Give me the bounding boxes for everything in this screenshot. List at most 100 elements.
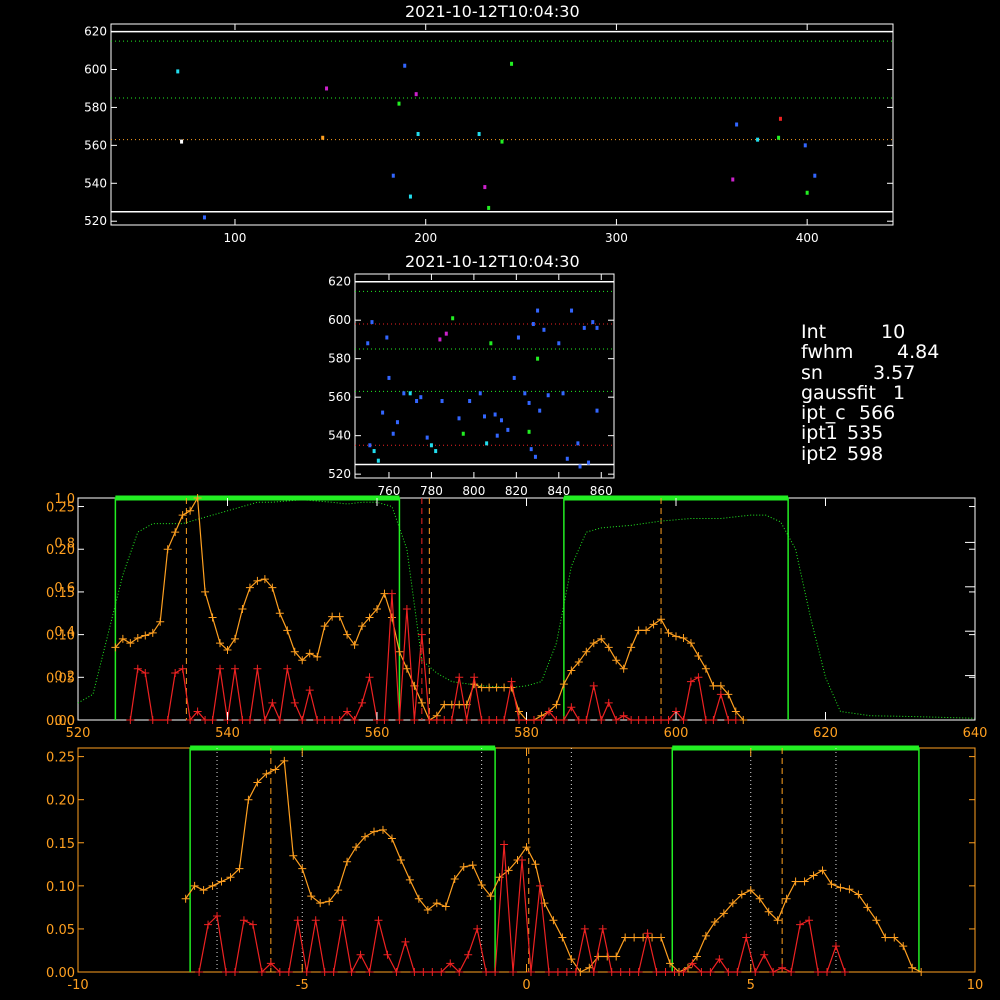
offset-plot-red-series-point xyxy=(230,968,239,976)
mid-plot-xtick-label: 800 xyxy=(462,484,485,498)
offset-plot-red-series-point xyxy=(419,968,428,976)
top-plot-point xyxy=(416,131,420,136)
offset-plot-red-series-point xyxy=(347,968,356,976)
spectrum-plot-orange-series-point xyxy=(679,634,688,643)
spectrum-plot-orange-series-point xyxy=(686,639,695,648)
mid-plot-point xyxy=(565,456,569,461)
mid-plot-point xyxy=(385,335,389,340)
spectrum-plot-red-series-point xyxy=(492,716,501,724)
mid-plot-xtick-label: 820 xyxy=(505,484,528,498)
offset-plot-orange-series-point xyxy=(881,933,890,942)
mid-plot-point xyxy=(533,454,537,459)
mid-plot-point xyxy=(438,337,442,342)
spectrum-plot-orange-series-point xyxy=(709,681,718,690)
spectrum-plot-orange-series-point xyxy=(141,631,150,640)
mid-plot-xtick-label: 780 xyxy=(420,484,443,498)
offset-plot-ytick-label: 0.05 xyxy=(46,923,75,938)
offset-plot-red-series-point xyxy=(544,968,553,976)
top-plot-point xyxy=(735,122,739,127)
top-plot-point xyxy=(731,177,735,182)
offset-plot-red-series-point xyxy=(769,968,778,976)
offset-plot-orange-series-point xyxy=(791,877,800,886)
top-plot-point xyxy=(180,139,184,144)
offset-plot-red-series-point xyxy=(724,968,733,976)
spectrum-plot-orange-series-point xyxy=(163,545,172,554)
mid-plot-point xyxy=(368,443,372,448)
offset-plot-red-series-point xyxy=(751,968,760,976)
offset-plot-red-series-point xyxy=(284,968,293,976)
mid-plot-point xyxy=(395,420,399,425)
offset-plot-xtick-label: 0 xyxy=(522,978,530,993)
offset-plot-red-series-point xyxy=(222,968,231,976)
spectrum-plot-orange-series-point xyxy=(492,683,501,692)
mid-plot-point xyxy=(499,418,503,423)
mid-plot-point xyxy=(478,391,482,396)
spectrum-plot-orange-series-point xyxy=(238,605,247,613)
offset-plot-orange-series-point xyxy=(396,856,405,864)
spectrum-plot-red-series-point xyxy=(470,673,479,682)
offset-plot-orange-series-point xyxy=(558,933,567,942)
offset-plot-red-series-point xyxy=(840,968,849,976)
spectrum-plot-red-series-point xyxy=(627,716,636,724)
top-plot-point xyxy=(510,61,514,66)
spectrum-plot-yright-tick-label: 1.0 xyxy=(54,492,75,507)
spectrum-plot-orange-series-point xyxy=(230,634,239,643)
offset-plot-window-outline xyxy=(189,747,496,972)
offset-plot-red-series-point xyxy=(607,968,616,976)
offset-plot-orange-series-line xyxy=(185,759,922,973)
spectrum-plot-red-series-point xyxy=(387,589,396,598)
spectrum-plot-red-series-point xyxy=(694,673,703,682)
mid-plot-point xyxy=(415,399,419,404)
spectrum-plot-orange-series-point xyxy=(156,617,165,626)
offset-plot-orange-series-point xyxy=(630,933,639,942)
spectrum-plot-red-series-point xyxy=(365,673,374,682)
offset-plot-orange-series-point xyxy=(818,866,827,875)
offset-plot-red-series-point xyxy=(643,929,652,938)
mid-plot-point xyxy=(391,431,395,436)
top-plot-point xyxy=(403,63,407,68)
offset-plot-red-series-point xyxy=(625,968,634,976)
spectrum-plot-xtick-label: 520 xyxy=(66,726,91,741)
spectrum-plot-window-outline xyxy=(114,497,401,720)
mid-plot-point xyxy=(523,391,527,396)
offset-plot-red-series-point xyxy=(589,968,598,976)
mid-plot-point xyxy=(485,441,489,446)
mid-plot-point xyxy=(570,308,574,313)
spectrum-plot-xtick-label: 620 xyxy=(813,726,838,741)
spectrum-plot-orange-series-point xyxy=(694,651,703,660)
mid-plot-point xyxy=(595,325,599,330)
offset-plot-red-series-point xyxy=(822,968,831,976)
spectrum-plot-yright-tick-label: 0.2 xyxy=(54,670,75,685)
top-plot-point xyxy=(176,69,180,74)
mid-plot-point xyxy=(451,316,455,321)
spectrum-plot-orange-series-point xyxy=(455,700,464,709)
spectrum-plot-xtick-label: 640 xyxy=(963,726,988,741)
mid-plot-point xyxy=(557,341,561,346)
spectrum-plot-orange-series-point xyxy=(417,698,426,707)
top-plot-point xyxy=(500,139,504,144)
mid-plot-point xyxy=(546,393,550,398)
spectrum-plot-red-series-point xyxy=(126,716,135,724)
spectrum-plot-red-series-point xyxy=(275,716,284,724)
mid-plot-point xyxy=(527,400,531,405)
spectrum-plot-red-series-point xyxy=(171,669,180,678)
spectrum-plot-red-series-point xyxy=(716,690,725,699)
spectrum-plot-red-series-point xyxy=(559,716,568,724)
spectrum-plot-orange-series-point xyxy=(186,506,195,515)
spectrum-plot-red-series-point xyxy=(141,669,150,678)
top-plot-xtick-label: 300 xyxy=(605,231,628,245)
spectrum-plot-red-series-point xyxy=(268,698,277,707)
offset-plot-xtick-label: 5 xyxy=(747,978,755,993)
offset-plot-red-series-point xyxy=(706,968,715,976)
mid-plot-point xyxy=(542,327,546,332)
spectrum-plot-red-series-point xyxy=(358,698,367,707)
spectrum-plot-yright-tick-label: 0.4 xyxy=(54,625,75,640)
spectrum-plot-red-series-point xyxy=(133,664,142,673)
offset-plot-orange-series-point xyxy=(621,933,630,942)
offset-plot-red-series-point xyxy=(553,968,562,976)
spectrum-plot-red-series-point xyxy=(305,686,314,695)
mid-plot-ytick-label: 580 xyxy=(328,352,351,366)
spectrum-plot-red-series-point xyxy=(290,698,299,707)
offset-plot-orange-series-point xyxy=(298,864,307,873)
top-plot-point xyxy=(756,137,760,142)
